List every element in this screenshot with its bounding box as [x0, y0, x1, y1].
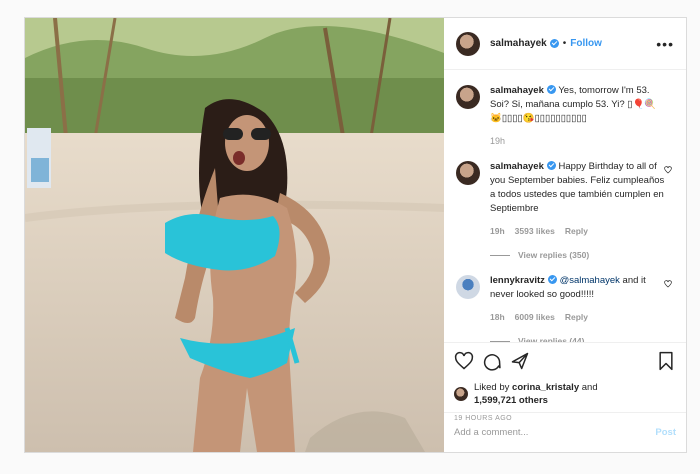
comment-likes[interactable]: 6009 likes	[515, 310, 555, 324]
bookmark-icon[interactable]	[656, 351, 676, 371]
share-icon[interactable]	[510, 351, 530, 371]
reply-button[interactable]: Reply	[565, 310, 588, 324]
verified-badge-icon	[547, 275, 557, 284]
comment-meta: 19h 3593 likes Reply	[490, 224, 665, 238]
action-icons	[454, 351, 676, 371]
comment-input[interactable]	[454, 427, 656, 438]
verified-badge-icon	[549, 39, 559, 48]
separator-dot: •	[562, 38, 567, 49]
likes-summary: Liked by corina_kristaly and 1,599,721 o…	[454, 381, 676, 407]
comments-list[interactable]: salmahayek Yes, tomorrow I'm 53. Soi? Si…	[444, 70, 686, 342]
avatar[interactable]	[456, 275, 480, 299]
verified-badge-icon	[546, 85, 556, 94]
comment-mention[interactable]: @salmahayek	[560, 275, 620, 286]
avatar[interactable]	[456, 85, 480, 109]
caption-body: salmahayek Yes, tomorrow I'm 53. Soi? Si…	[490, 84, 665, 148]
comment-meta: 18h 6009 likes Reply	[490, 310, 665, 324]
likes-and: and	[581, 382, 598, 393]
likes-count[interactable]: 1,599,721 others	[474, 395, 548, 406]
post-header: salmahayek • Follow •••	[444, 18, 686, 70]
comment-time[interactable]: 19h	[490, 224, 505, 238]
comment-likes[interactable]: 3593 likes	[515, 224, 555, 238]
instagram-post: salmahayek • Follow ••• salmahayek Yes, …	[24, 17, 687, 453]
like-comment-heart-icon[interactable]	[664, 166, 672, 174]
comment-username[interactable]: lennykravitz	[490, 275, 545, 286]
view-replies-button[interactable]: View replies (44)	[490, 334, 665, 342]
likes-text: Liked by corina_kristaly and 1,599,721 o…	[474, 381, 598, 407]
comment-username[interactable]: salmahayek	[490, 161, 544, 172]
view-replies-button[interactable]: View replies (350)	[490, 248, 665, 262]
username[interactable]: salmahayek	[490, 38, 547, 49]
follow-button[interactable]: Follow	[570, 38, 602, 49]
post-photo[interactable]	[25, 18, 444, 452]
post-comment-button[interactable]: Post	[655, 427, 676, 438]
caption-username[interactable]: salmahayek	[490, 85, 544, 96]
like-comment-heart-icon[interactable]	[664, 280, 672, 288]
comment-body: salmahayek Happy Birthday to all of you …	[490, 160, 665, 262]
liker-username[interactable]: corina_kristaly	[512, 382, 579, 393]
caption: salmahayek Yes, tomorrow I'm 53. Soi? Si…	[456, 84, 674, 148]
avatar[interactable]	[456, 161, 480, 185]
likes-prefix: Liked by	[474, 382, 510, 393]
verified-badge-icon	[546, 161, 556, 170]
avatar[interactable]	[454, 387, 468, 401]
like-heart-icon[interactable]	[454, 351, 474, 371]
comment-body: lennykravitz @salmahayek and it never lo…	[490, 274, 665, 342]
more-options-icon[interactable]: •••	[656, 36, 674, 52]
reply-button[interactable]: Reply	[565, 224, 588, 238]
add-comment-bar: Post	[444, 412, 686, 452]
post-side-panel: salmahayek • Follow ••• salmahayek Yes, …	[444, 18, 686, 452]
comment-time[interactable]: 18h	[490, 310, 505, 324]
comment-bubble-icon[interactable]	[482, 351, 502, 371]
avatar[interactable]	[456, 31, 480, 56]
comment-item: salmahayek Happy Birthday to all of you …	[456, 160, 674, 262]
beach-photo-illustration	[25, 18, 444, 452]
comment-item: lennykravitz @salmahayek and it never lo…	[456, 274, 674, 342]
caption-time[interactable]: 19h	[490, 134, 665, 148]
